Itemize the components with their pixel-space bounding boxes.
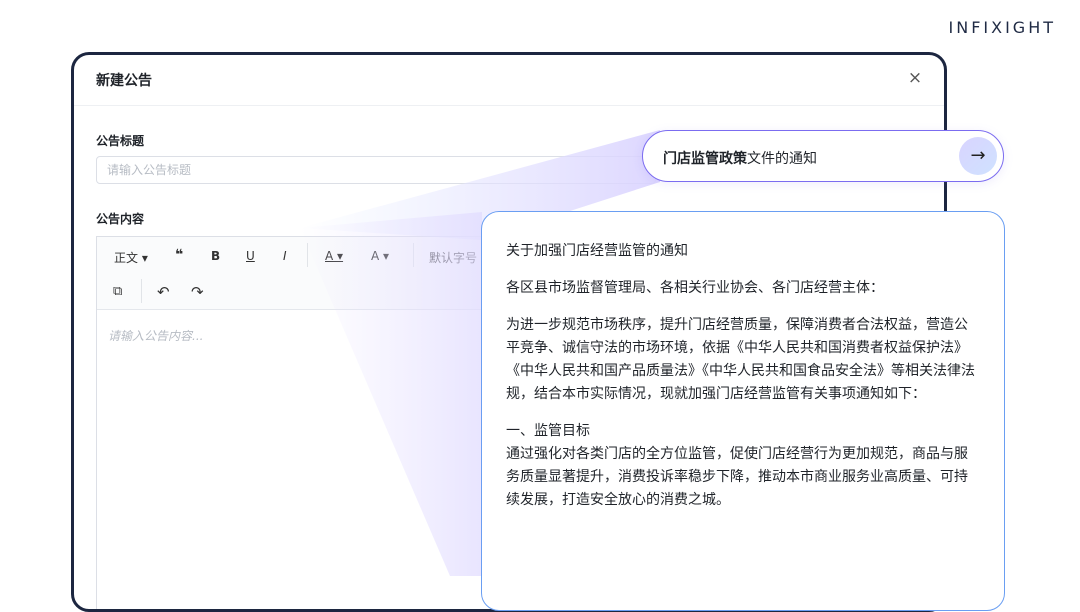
redo-icon[interactable]: ↷ [191,283,204,301]
font-size-dropdown[interactable]: 默认字号 ▾ [429,249,487,266]
insert-image-icon[interactable]: ⧉ [113,284,122,299]
underline-button[interactable]: U [246,249,255,263]
suggestion-pill[interactable]: 门店监管政策文件的通知 → [642,130,1004,182]
content-field-label: 公告内容 [96,212,145,226]
close-icon[interactable]: × [904,67,926,89]
title-field-label: 公告标题 [96,134,145,148]
suggestion-text: 门店监管政策文件的通知 [663,148,817,168]
bold-button[interactable]: B [211,249,220,263]
generated-document-card: 关于加强门店经营监管的通知 各区县市场监督管理局、各相关行业协会、各门店经营主体… [481,211,1005,611]
suggestion-bold: 门店监管政策 [663,151,747,167]
toolbar-divider [307,243,308,267]
modal-title: 新建公告 [96,73,152,89]
suggestion-rest: 文件的通知 [747,151,817,167]
background-color-dropdown[interactable]: A ▾ [371,249,389,263]
undo-icon[interactable]: ↶ [157,283,170,301]
toolbar-divider [413,243,414,267]
paragraph-style-dropdown[interactable]: 正文 ▾ [114,249,148,266]
quote-icon[interactable]: ❝ [175,247,183,263]
document-greeting: 各区县市场监督管理局、各相关行业协会、各门店经营主体： [506,280,884,296]
section-body: 通过强化对各类门店的全方位监管，促使门店经营行为更加规范，商品与服务质量显著提升… [506,446,968,508]
font-color-dropdown[interactable]: A ▾ [325,249,343,263]
document-title: 关于加强门店经营监管的通知 [506,243,688,259]
document-intro: 为进一步规范市场秩序，提升门店经营质量，保障消费者合法权益，营造公平竞争、诚信守… [506,317,975,402]
arrow-right-icon[interactable]: → [959,137,997,175]
brand-logo: INFIXIGHT [948,18,1056,37]
toolbar-divider [141,279,142,303]
modal-header: 新建公告 × [74,55,944,106]
section-heading: 一、监管目标 [506,423,590,439]
italic-button[interactable]: I [283,249,287,263]
editor-placeholder: 请输入公告内容... [108,329,204,343]
title-input[interactable] [96,156,656,184]
